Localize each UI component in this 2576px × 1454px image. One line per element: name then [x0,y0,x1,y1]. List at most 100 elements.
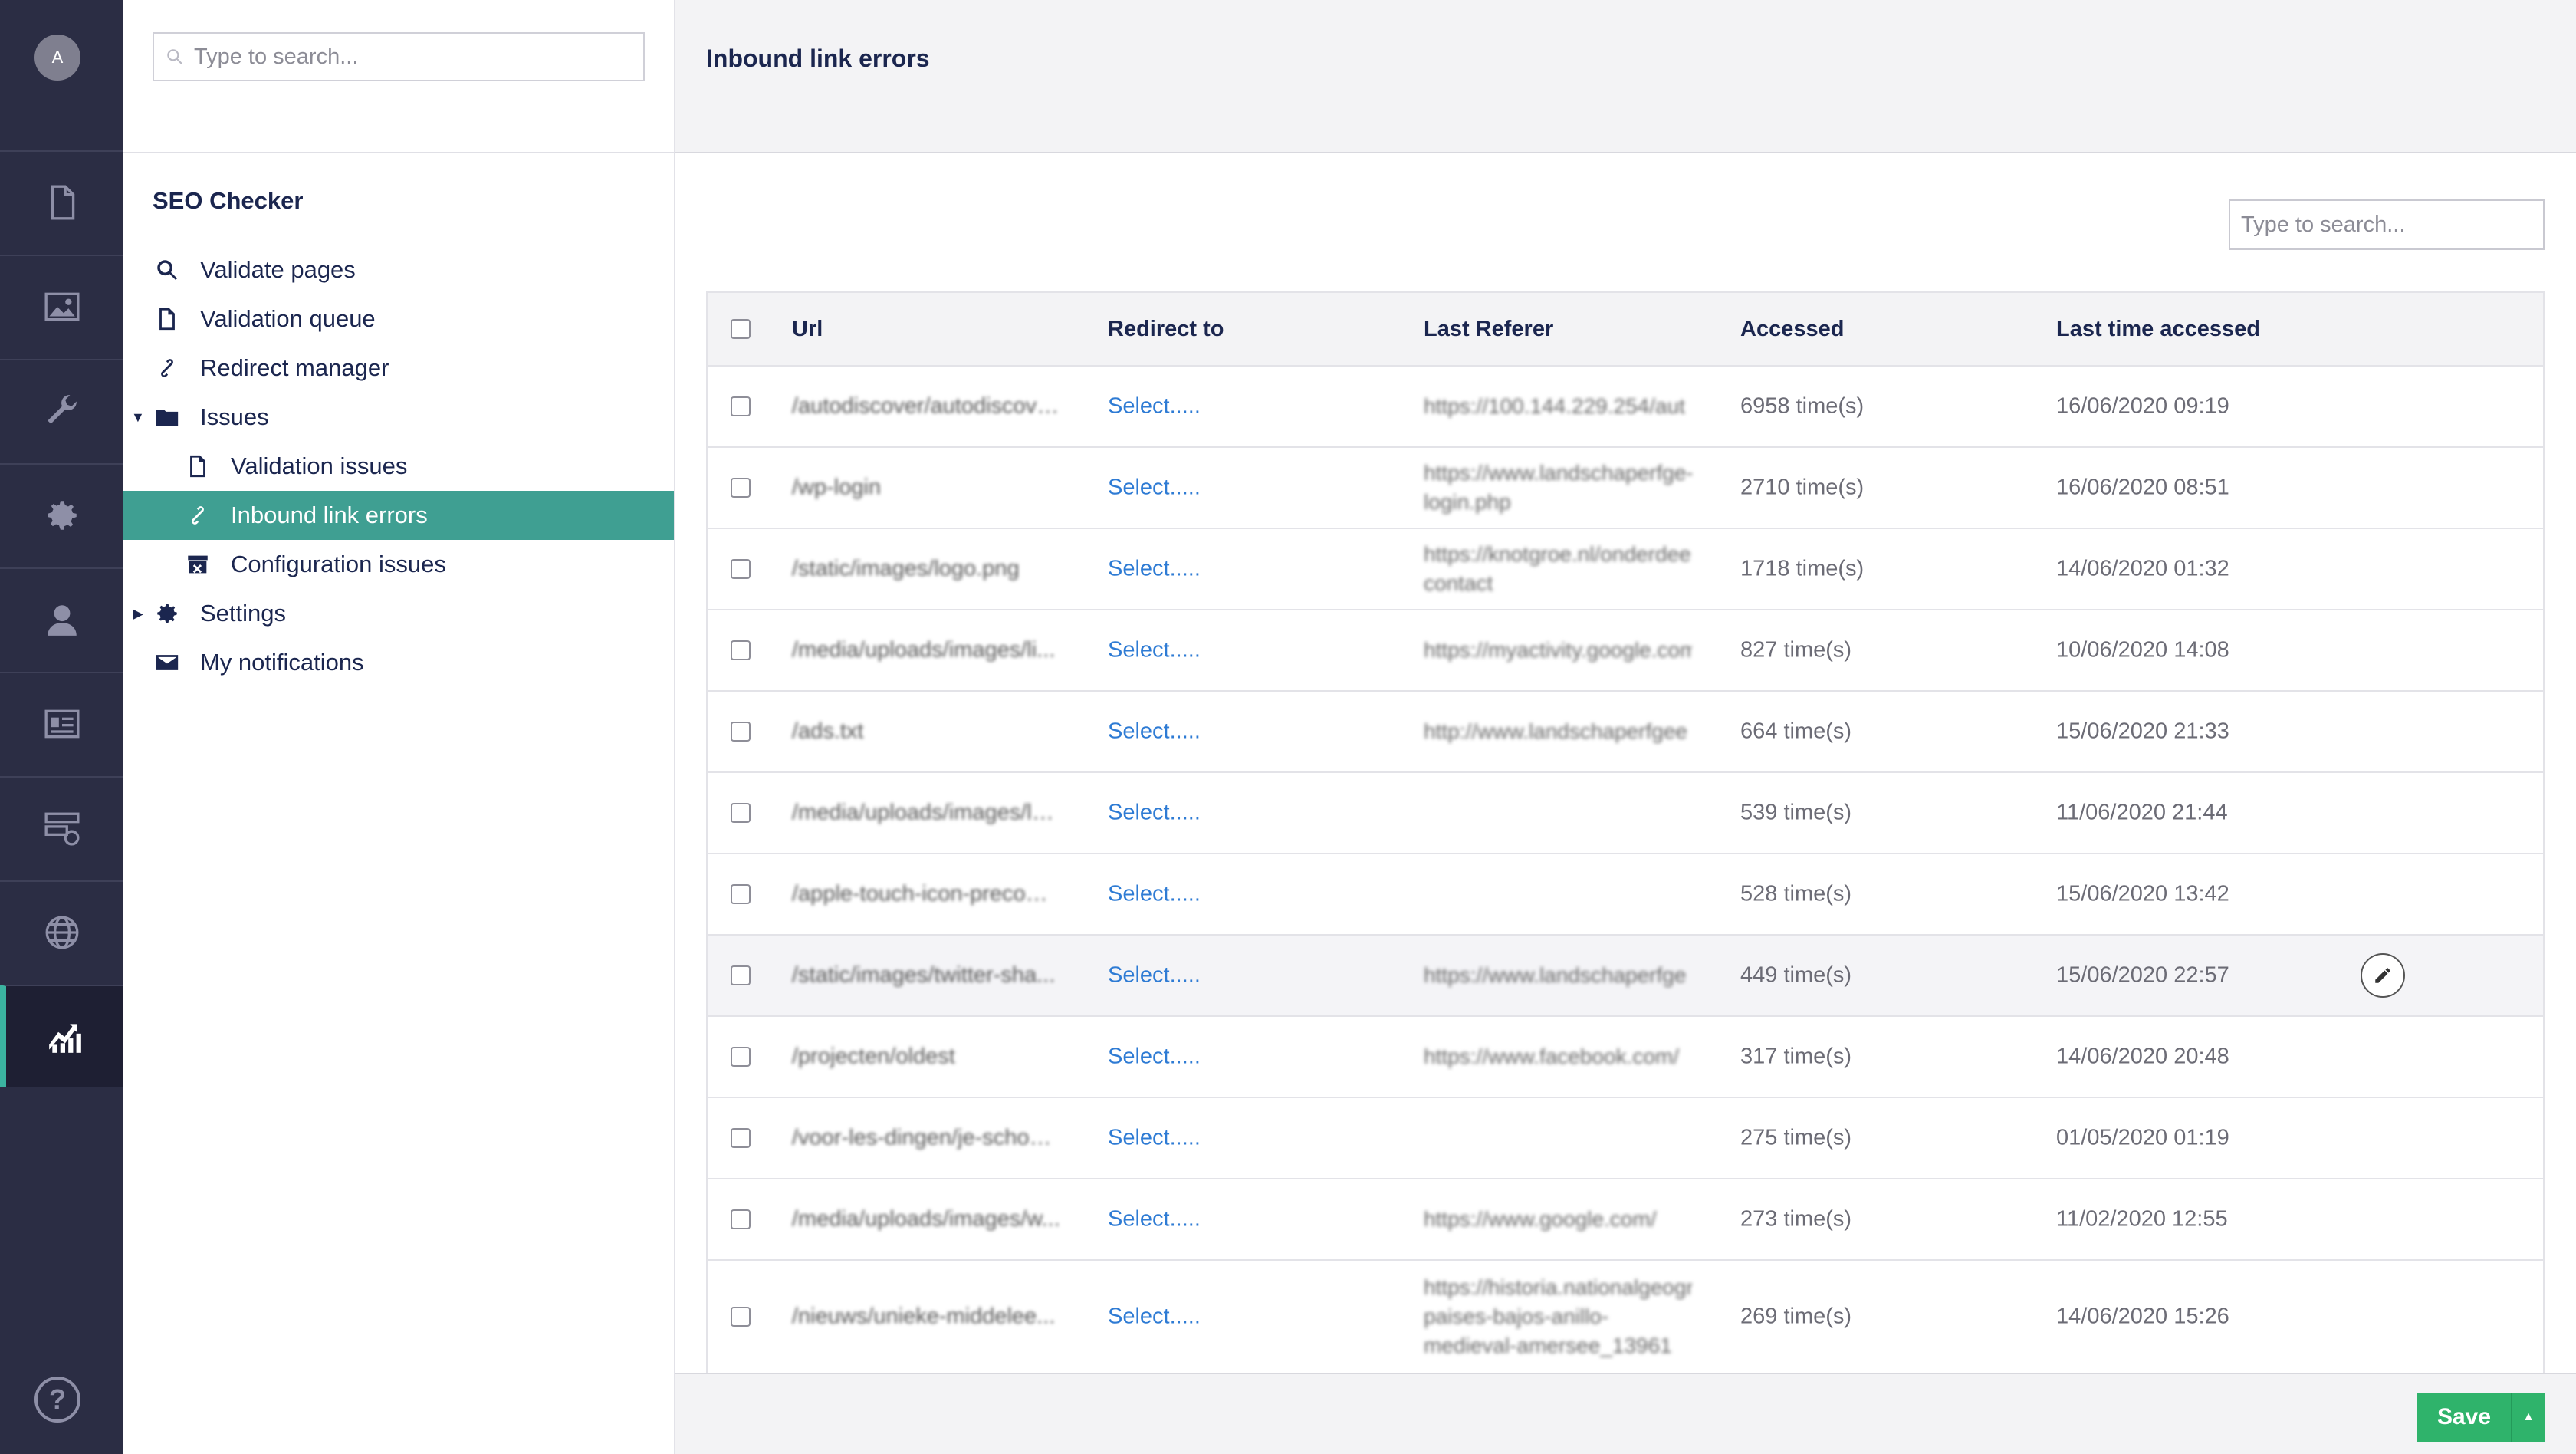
image-icon [44,292,79,321]
row-checkbox[interactable] [731,1307,751,1327]
caret-down-icon[interactable]: ▼ [131,410,145,426]
row-checkbox[interactable] [731,640,751,660]
media-section-button[interactable] [0,255,123,357]
redirect-select-link[interactable]: Select..... [1108,1126,1201,1151]
url-cell: /media/uploads/images/le... [792,800,1060,825]
table-search-input[interactable] [2229,199,2545,250]
tree-item-configuration-issues[interactable]: Configuration issues [123,540,674,589]
tree-item-label: Validate pages [200,256,356,283]
wrench-icon [47,395,77,424]
redirect-select-link[interactable]: Select..... [1108,801,1201,826]
document-icon [51,185,74,220]
table-row[interactable]: /static/images/logo.png Select..... http… [708,529,2543,610]
accessed-cell: 317 time(s) [1740,1044,1852,1069]
row-checkbox[interactable] [731,884,751,904]
table-row[interactable]: /apple-touch-icon-precom... Select..... … [708,854,2543,936]
settings-section-button[interactable] [0,359,123,462]
url-cell: /wp-login [792,475,882,500]
redirect-select-link[interactable]: Select..... [1108,475,1201,501]
save-options-caret-icon[interactable]: ▲ [2512,1393,2545,1442]
table-row[interactable]: /wp-login Select..... https://www.landsc… [708,448,2543,529]
translation-section-button[interactable] [0,880,123,983]
referer-cell: https://www.google.com/ [1424,1207,1657,1231]
redirect-select-link[interactable]: Select..... [1108,394,1201,419]
edit-row-button[interactable] [2361,953,2405,998]
save-button[interactable]: Save [2417,1393,2512,1442]
tree-item-label: Issues [200,403,269,430]
row-checkbox[interactable] [731,1047,751,1067]
referer-cell: https://myactivity.google.com [1424,638,1692,662]
forms-section-button[interactable] [0,776,123,879]
column-header-accessed[interactable]: Accessed [1740,317,1844,342]
last-accessed-cell: 11/02/2020 12:55 [2056,1206,2228,1232]
row-checkbox[interactable] [731,559,751,579]
last-accessed-cell: 15/06/2020 22:57 [2056,962,2229,988]
redirect-select-link[interactable]: Select..... [1108,1044,1201,1070]
row-checkbox[interactable] [731,1128,751,1148]
column-header-last-accessed[interactable]: Last time accessed [2056,317,2260,342]
tree-search-input[interactable] [194,44,623,70]
redirect-select-link[interactable]: Select..... [1108,557,1201,582]
referer-cell: https://www.landschaperfge-login.php [1424,461,1692,514]
caret-right-icon[interactable]: ▶ [133,606,143,622]
app-rail: A ? [0,0,123,1454]
column-header-referer[interactable]: Last Referer [1424,317,1553,342]
table-row[interactable]: /nieuws/unieke-middelee... Select..... h… [708,1261,2543,1373]
row-checkbox[interactable] [731,478,751,498]
content-area: Url Redirect to Last Referer Accessed La… [675,153,2576,1374]
table-row[interactable]: /voor-les-dingen/je-schoel... Select....… [708,1098,2543,1179]
row-checkbox[interactable] [731,965,751,985]
help-icon[interactable]: ? [34,1377,80,1423]
last-accessed-cell: 10/06/2020 14:08 [2056,637,2229,663]
column-header-url[interactable]: Url [792,317,823,342]
last-accessed-cell: 15/06/2020 21:33 [2056,719,2229,744]
accessed-cell: 275 time(s) [1740,1125,1852,1150]
table-row[interactable]: /media/uploads/images/li... Select..... … [708,610,2543,692]
row-checkbox[interactable] [731,396,751,416]
content-section-button[interactable] [0,150,123,253]
tree-item-inbound-link-errors[interactable]: Inbound link errors [123,491,674,540]
tree-item-redirect-manager[interactable]: Redirect manager [123,344,674,393]
tree-divider [123,152,675,153]
column-header-redirect[interactable]: Redirect to [1108,317,1224,342]
tree-item-label: Inbound link errors [231,502,428,528]
table-row[interactable]: /projecten/oldest Select..... https://ww… [708,1017,2543,1098]
table-row[interactable]: /static/images/twitter-sha... Select....… [708,936,2543,1017]
search-icon [153,255,182,285]
tree-item-settings[interactable]: ▶ Settings [123,589,674,638]
redirect-select-link[interactable]: Select..... [1108,719,1201,745]
inbound-errors-table: Url Redirect to Last Referer Accessed La… [706,291,2545,1374]
table-row[interactable]: /media/uploads/images/w... Select..... h… [708,1179,2543,1261]
url-cell: /media/uploads/images/w... [792,1206,1060,1232]
table-row[interactable]: /media/uploads/images/le... Select..... … [708,773,2543,854]
table-row[interactable]: /ads.txt Select..... http://www.landscha… [708,692,2543,773]
redirect-select-link[interactable]: Select..... [1108,1304,1201,1330]
row-checkbox[interactable] [731,1209,751,1229]
tree-item-validation-queue[interactable]: Validation queue [123,294,674,344]
table-row[interactable]: /autodiscover/autodiscover.xml Select...… [708,367,2543,448]
document-icon [183,452,212,481]
url-cell: /voor-les-dingen/je-schoel... [792,1125,1060,1150]
redirect-select-link[interactable]: Select..... [1108,638,1201,663]
seo-checker-section-button[interactable] [0,985,123,1087]
tree-item-issues[interactable]: ▼ Issues [123,393,674,442]
tree-item-label: My notifications [200,649,364,676]
row-checkbox[interactable] [731,803,751,823]
redirect-select-link[interactable]: Select..... [1108,1207,1201,1232]
tree-item-my-notifications[interactable]: My notifications [123,638,674,687]
user-avatar[interactable]: A [34,35,80,81]
redirect-select-link[interactable]: Select..... [1108,963,1201,989]
user-icon [47,605,77,636]
tree-item-validation-issues[interactable]: Validation issues [123,442,674,491]
tree-item-validate-pages[interactable]: Validate pages [123,245,674,294]
members-section-button[interactable] [0,672,123,775]
select-all-checkbox[interactable] [731,319,751,339]
packages-section-button[interactable] [0,463,123,566]
last-accessed-cell: 14/06/2020 01:32 [2056,556,2229,581]
content-footer: Save ▲ [675,1373,2576,1454]
redirect-select-link[interactable]: Select..... [1108,882,1201,907]
users-section-button[interactable] [0,567,123,670]
table-header: Url Redirect to Last Referer Accessed La… [708,293,2543,367]
accessed-cell: 539 time(s) [1740,800,1852,825]
row-checkbox[interactable] [731,722,751,742]
